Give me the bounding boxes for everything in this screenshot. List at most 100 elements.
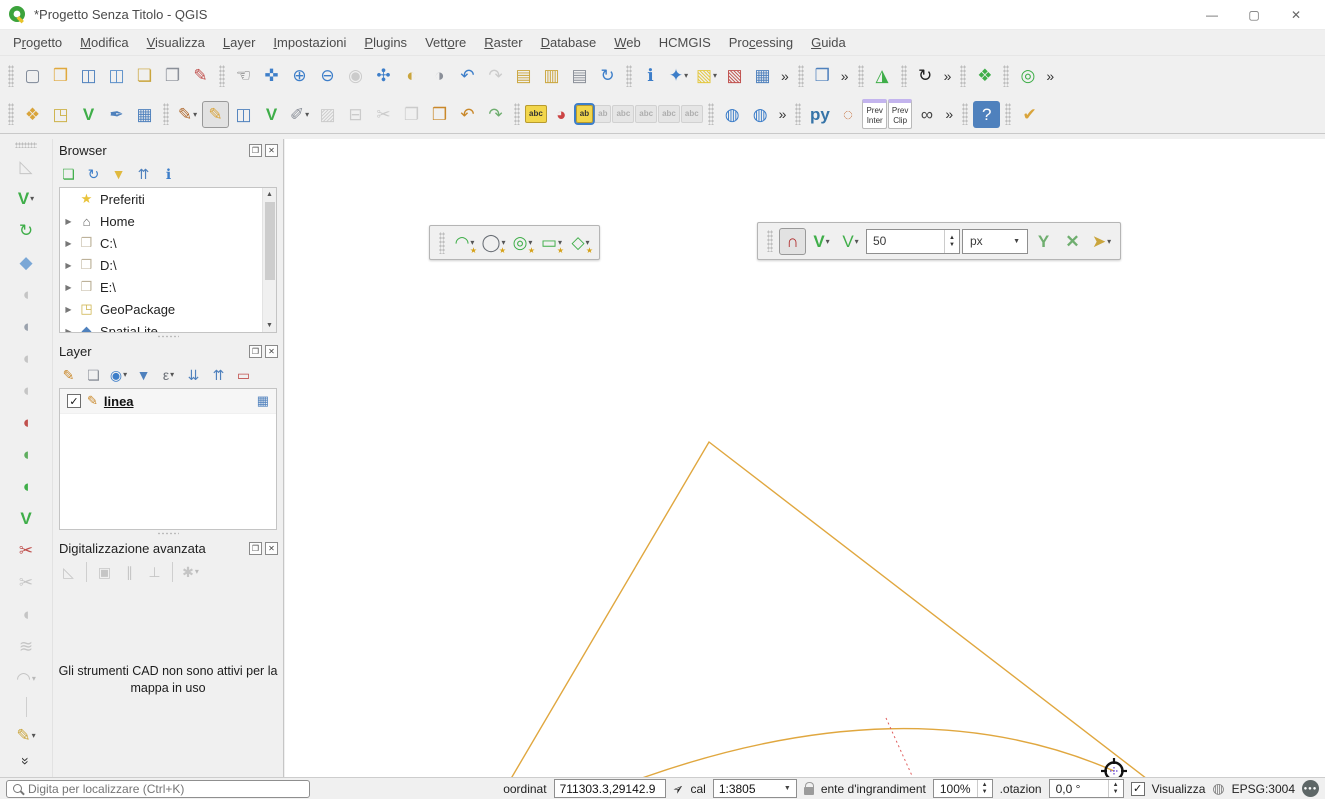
layer-diagram-button[interactable]: ◕	[548, 101, 575, 128]
toolbar-grip[interactable]	[795, 103, 801, 125]
fill-ring-button[interactable]: ◖	[13, 441, 40, 468]
new-memory-layer-button[interactable]: ▦	[131, 101, 158, 128]
browser-item-drive-e[interactable]: ▶❒E:\	[60, 276, 276, 298]
expander-icon[interactable]: ▶	[64, 239, 73, 248]
menu-visualizza[interactable]: Visualizza	[138, 32, 214, 53]
redo-button[interactable]: ↷	[482, 101, 509, 128]
toolbar-grip[interactable]	[626, 65, 632, 87]
identify-features-button[interactable]: ℹ	[637, 62, 664, 89]
paste-features-button[interactable]: ❒	[426, 101, 453, 128]
filter-by-expression-dropdown[interactable]: ▾	[170, 370, 174, 379]
self-snapping-dropdown[interactable]: ▾	[1107, 237, 1111, 246]
zoom-last-button[interactable]: ↶	[454, 62, 481, 89]
expander-icon[interactable]: ▶	[64, 305, 73, 314]
chevron-down-icon[interactable]: ▼	[784, 785, 791, 792]
annotation-tools-dropdown[interactable]: ▾	[32, 731, 36, 740]
split-features-button[interactable]: ◖	[13, 313, 40, 340]
scroll-down-icon[interactable]: ▼	[266, 319, 273, 332]
data-source-manager-button[interactable]: ❖	[19, 101, 46, 128]
enable-snapping-button[interactable]: ∩	[779, 228, 806, 255]
delete-part-button[interactable]: ◖	[13, 409, 40, 436]
spinner-arrows-icon[interactable]: ▲▼	[977, 780, 992, 797]
menu-progetto[interactable]: Progetto	[4, 32, 71, 53]
lf-tools-button[interactable]: ❖	[971, 62, 998, 89]
minimize-button[interactable]: —	[1191, 1, 1233, 29]
map-canvas[interactable]: ◠▾◯▾◎▾▭▾◇▾ ∩V▾V▾50▲▼px▼Y✕➤▾	[285, 139, 1325, 777]
vertex-tool-menu-dropdown[interactable]: ▾	[305, 110, 309, 119]
simplify-feature-button[interactable]: ◆	[13, 249, 40, 276]
browser-item-drive-c[interactable]: ▶❒C:\	[60, 232, 276, 254]
browser-close-button[interactable]: ✕	[265, 144, 278, 157]
layer-float-button[interactable]: ❐	[249, 345, 262, 358]
self-snapping-button[interactable]: ➤▾	[1088, 228, 1115, 255]
snapping-on-intersection-button[interactable]: ✕	[1059, 228, 1086, 255]
expander-icon[interactable]: ▶	[64, 327, 73, 334]
vertex-tool-menu-button[interactable]: ✐▾	[286, 101, 313, 128]
coordinate-input[interactable]	[554, 779, 666, 798]
browser-item-spatialite[interactable]: ▶◆SpatiaLite	[60, 320, 276, 333]
toolbar-grip[interactable]	[163, 103, 169, 125]
filter-by-expression-button[interactable]: ε▾	[157, 363, 180, 386]
toolbar-grip[interactable]	[439, 232, 445, 254]
move-feature-dropdown[interactable]: ▾	[30, 194, 34, 203]
close-button[interactable]: ✕	[1275, 1, 1317, 29]
plugin-reloader-button[interactable]: ↻	[912, 62, 939, 89]
add-group-button[interactable]: ❏	[82, 363, 105, 386]
new-print-layout-button[interactable]: ❏	[131, 62, 158, 89]
current-edits-dropdown[interactable]: ▾	[193, 110, 197, 119]
toolbar-grip[interactable]	[219, 65, 225, 87]
spinner-arrows-icon[interactable]: ▲▼	[944, 230, 959, 253]
toolbar-grip[interactable]	[15, 142, 37, 148]
panel-resize-handle[interactable]	[53, 530, 283, 537]
save-project-button[interactable]: ◫	[75, 62, 102, 89]
refresh-map-button[interactable]: ↻	[594, 62, 621, 89]
maximize-button[interactable]: ▢	[1233, 1, 1275, 29]
pan-map-button[interactable]: ☜	[230, 62, 257, 89]
save-layer-edits-button[interactable]: ◫	[230, 101, 257, 128]
browser-item-preferiti[interactable]: ★Preferiti	[60, 188, 276, 210]
run-feature-action-dropdown[interactable]: ▾	[684, 71, 688, 80]
metasearch-button[interactable]: ◍	[719, 101, 746, 128]
zoom-full-button[interactable]: ✣	[370, 62, 397, 89]
zoom-in-button[interactable]: ⊕	[286, 62, 313, 89]
magnifier-spinbox[interactable]: 100% ▲▼	[933, 779, 993, 798]
menu-processing[interactable]: Processing	[720, 32, 802, 53]
crs-globe-icon[interactable]: ◍	[1212, 780, 1224, 797]
circle-button[interactable]: ◯▾	[480, 229, 507, 256]
ellipse-dropdown[interactable]: ▾	[528, 238, 532, 247]
cad-float-button[interactable]: ❐	[249, 542, 262, 555]
move-feature-button[interactable]: V▾	[13, 185, 40, 212]
expander-icon[interactable]: ▶	[64, 261, 73, 270]
layout-manager-button[interactable]: ❐	[159, 62, 186, 89]
toolbar-overflow-button[interactable]: »	[19, 753, 33, 769]
toolbar-overflow-button[interactable]: »	[1042, 69, 1058, 83]
snap-to-segment-button[interactable]: V▾	[837, 228, 864, 255]
run-feature-action-button[interactable]: ✦▾	[665, 62, 692, 89]
filter-browser-button[interactable]: ▼	[107, 162, 130, 185]
manage-map-themes-button[interactable]: ◉▾	[107, 363, 130, 386]
rectangle-button[interactable]: ▭▾	[538, 229, 565, 256]
new-virtual-layer-button[interactable]: ✒	[103, 101, 130, 128]
scale-combo[interactable]: 1:3805 ▼	[713, 779, 797, 798]
regular-polygon-dropdown[interactable]: ▾	[586, 238, 590, 247]
rotation-spinbox[interactable]: 0,0 ° ▲▼	[1049, 779, 1124, 798]
snap-to-segment-dropdown[interactable]: ▾	[855, 237, 859, 246]
current-edits-button[interactable]: ✎▾	[174, 101, 201, 128]
scrollbar-thumb[interactable]	[265, 202, 275, 280]
bookmark-manager-button[interactable]: ▥	[538, 62, 565, 89]
layer-visibility-checkbox[interactable]: ✓	[67, 394, 81, 408]
toolbar-grip[interactable]	[962, 103, 968, 125]
snapping-tolerance-spinbox[interactable]: 50▲▼	[866, 229, 960, 254]
panel-resize-handle[interactable]	[53, 333, 283, 340]
new-shapefile-layer-button[interactable]: V	[75, 101, 102, 128]
select-features-dropdown[interactable]: ▾	[713, 71, 717, 80]
expander-icon[interactable]: ▶	[64, 283, 73, 292]
circle-dropdown[interactable]: ▾	[502, 238, 506, 247]
offset-point-symbols-dropdown[interactable]: ▾	[32, 674, 36, 683]
save-project-as-button[interactable]: ◫	[103, 62, 130, 89]
menu-guida[interactable]: Guida	[802, 32, 855, 53]
search-binoculars-button[interactable]: ∞	[913, 101, 940, 128]
filter-legend-button[interactable]: ▼	[132, 363, 155, 386]
menu-raster[interactable]: Raster	[475, 32, 531, 53]
toolbar-grip[interactable]	[960, 65, 966, 87]
